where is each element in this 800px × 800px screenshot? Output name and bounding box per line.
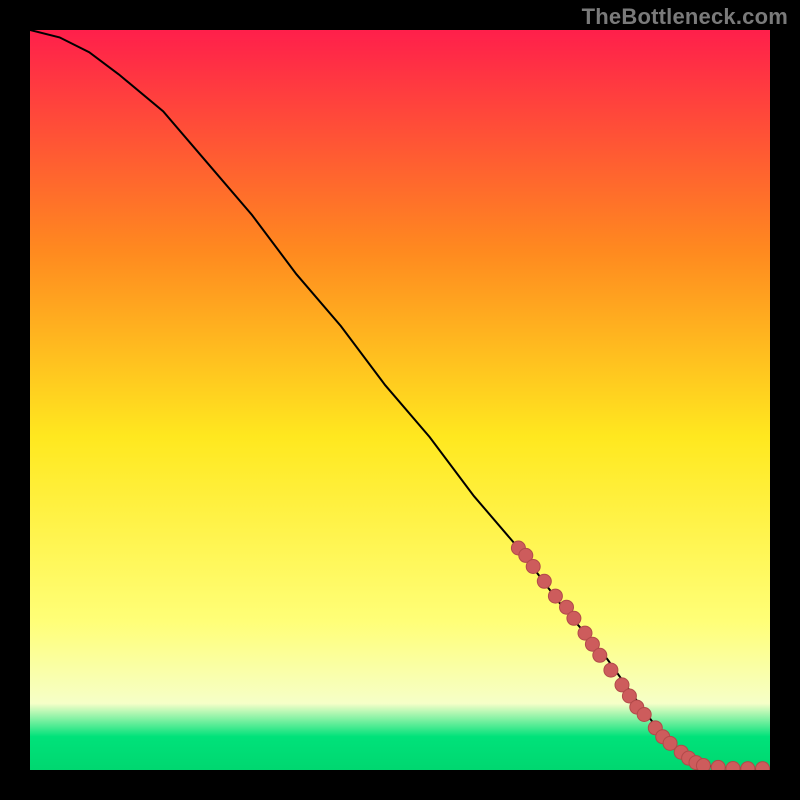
data-dot xyxy=(537,574,551,588)
data-dot xyxy=(593,648,607,662)
data-dot xyxy=(567,611,581,625)
watermark-text: TheBottleneck.com xyxy=(582,4,788,30)
data-dot xyxy=(604,663,618,677)
gradient-background xyxy=(30,30,770,770)
data-dot xyxy=(711,760,725,770)
chart-area xyxy=(30,30,770,770)
data-dot xyxy=(637,708,651,722)
data-dot xyxy=(548,589,562,603)
chart-svg xyxy=(30,30,770,770)
data-dot xyxy=(526,560,540,574)
data-dot xyxy=(696,759,710,770)
